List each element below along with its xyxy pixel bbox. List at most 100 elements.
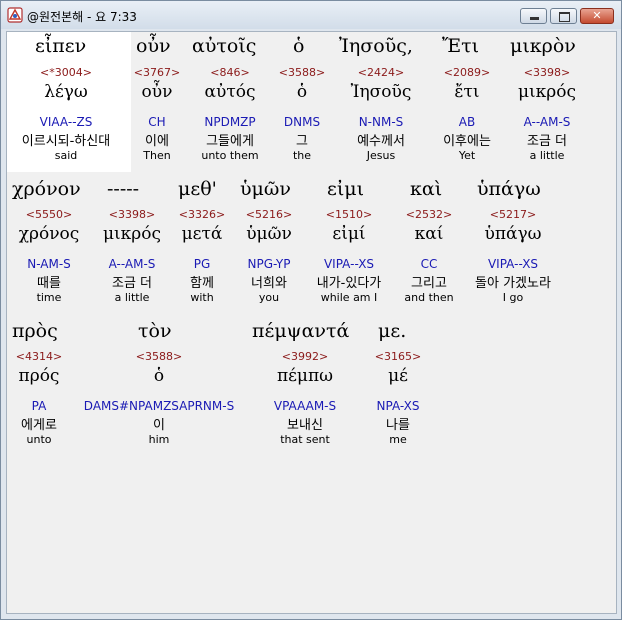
greek-word[interactable]: οὖν bbox=[136, 35, 171, 57]
title-bar[interactable]: @원전본해 - 요 7:33 ✕ bbox=[1, 1, 621, 29]
greek-word[interactable]: Ἔτι bbox=[442, 35, 479, 57]
word-gloss-block[interactable]: <3165> μέ NPA-XS 나를 me bbox=[368, 350, 428, 446]
parsing-code: DNMS bbox=[283, 115, 321, 129]
minimize-icon bbox=[530, 17, 539, 20]
greek-word[interactable]: ὁ bbox=[293, 35, 304, 57]
parsing-code: VIPA--XS bbox=[487, 257, 539, 271]
word-gloss-block[interactable]: <5216> ὑμῶν NPG-YP 너희와 you bbox=[229, 208, 309, 304]
greek-word[interactable]: ὑπάγω bbox=[477, 178, 541, 200]
greek-word[interactable]: χρόνον bbox=[12, 178, 81, 200]
korean-gloss: 돌아 가겠노라 bbox=[475, 276, 551, 291]
word-gloss-block[interactable]: <4314> πρός PA 에게로 unto bbox=[9, 350, 69, 446]
korean-gloss: 조금 더 bbox=[111, 276, 152, 291]
strong-number[interactable]: <2089> bbox=[427, 66, 507, 79]
lemma: λέγω bbox=[44, 82, 88, 102]
lemma: ἔτι bbox=[454, 82, 480, 102]
parsing-code: VIAA--ZS bbox=[39, 115, 93, 129]
greek-word[interactable]: ὑμῶν bbox=[240, 178, 291, 200]
greek-word[interactable]: Ἰησοῦς, bbox=[339, 35, 413, 57]
korean-gloss: 이르시되-하신대 bbox=[21, 134, 111, 149]
word-gloss-block[interactable]: <5550> χρόνος N-AM-S 때를 time bbox=[9, 208, 89, 304]
greek-word[interactable]: μεθ' bbox=[178, 178, 217, 200]
korean-gloss: 이후에는 bbox=[443, 134, 491, 149]
parsing-code: N-AM-S bbox=[27, 257, 71, 271]
greek-word[interactable]: πέμψαντά bbox=[252, 320, 349, 342]
interlinear-panel[interactable]: εἶπεν <*3004> λέγω VIAA--ZS 이르시되-하신대 sai… bbox=[6, 31, 617, 614]
word-gloss-block[interactable]: <3398> μικρός A--AM-S 조금 더 a little bbox=[507, 66, 587, 162]
english-gloss: that sent bbox=[280, 433, 330, 446]
english-gloss: Jesus bbox=[366, 149, 396, 162]
parsing-code: AB bbox=[458, 115, 476, 129]
lemma: πέμπω bbox=[276, 366, 334, 386]
greek-word[interactable]: καὶ bbox=[410, 178, 442, 200]
greek-word[interactable]: πρὸς bbox=[12, 320, 58, 342]
english-gloss: me bbox=[389, 433, 407, 446]
word-gloss-block[interactable]: <2424> Ἰησοῦς N-NM-S 예수께서 Jesus bbox=[341, 66, 421, 162]
english-gloss: you bbox=[258, 291, 280, 304]
english-gloss: Yet bbox=[458, 149, 476, 162]
english-gloss: time bbox=[36, 291, 62, 304]
word-gloss-block[interactable]: <5217> ὑπάγω VIPA--XS 돌아 가겠노라 I go bbox=[465, 208, 561, 304]
lemma: ὑμῶν bbox=[246, 224, 292, 244]
word-gloss-block[interactable]: <1510> εἰμί VIPA--XS 내가-있다가 while am I bbox=[308, 208, 390, 304]
word-gloss-block[interactable]: <3992> πέμπω VPAAAM-S 보내신 that sent bbox=[265, 350, 345, 446]
lemma: αὐτός bbox=[204, 82, 256, 102]
strong-number[interactable]: <5550> bbox=[9, 208, 89, 221]
greek-word[interactable]: τὸν bbox=[138, 320, 172, 342]
word-gloss-block[interactable]: <2532> καί CC 그리고 and then bbox=[394, 208, 464, 304]
lemma: οὖν bbox=[141, 82, 173, 102]
word-gloss-block[interactable]: <*3004> λέγω VIAA--ZS 이르시되-하신대 said bbox=[6, 66, 126, 162]
word-gloss-block[interactable]: <3398> μικρός A--AM-S 조금 더 a little bbox=[92, 208, 172, 304]
korean-gloss: 조금 더 bbox=[526, 134, 567, 149]
strong-number[interactable]: <3992> bbox=[265, 350, 345, 363]
close-button[interactable]: ✕ bbox=[580, 8, 614, 24]
strong-number[interactable]: <5216> bbox=[229, 208, 309, 221]
greek-word[interactable]: μικρὸν bbox=[510, 35, 576, 57]
window-title: @원전본해 - 요 7:33 bbox=[27, 10, 137, 24]
word-gloss-block[interactable]: <3326> μετά PG 함께 with bbox=[172, 208, 232, 304]
parsing-code: N-NM-S bbox=[358, 115, 404, 129]
parsing-code: DAMS#NPAMZSAPRNM-S bbox=[83, 399, 235, 413]
greek-word[interactable]: με. bbox=[378, 320, 406, 342]
lemma: ὁ bbox=[153, 366, 165, 386]
parsing-code: A--AM-S bbox=[108, 257, 156, 271]
parsing-code: VPAAAM-S bbox=[273, 399, 337, 413]
lemma: χρόνος bbox=[18, 224, 80, 244]
lemma: μικρός bbox=[517, 82, 577, 102]
strong-number[interactable]: <2424> bbox=[341, 66, 421, 79]
strong-number[interactable]: <3588> bbox=[267, 66, 337, 79]
strong-number[interactable]: <1510> bbox=[308, 208, 390, 221]
strong-number[interactable]: <4314> bbox=[9, 350, 69, 363]
strong-number[interactable]: <3588> bbox=[79, 350, 239, 363]
korean-gloss: 때를 bbox=[37, 276, 61, 291]
korean-gloss: 예수께서 bbox=[357, 134, 405, 149]
strong-number[interactable]: <3398> bbox=[507, 66, 587, 79]
greek-word[interactable]: ----- bbox=[107, 178, 139, 200]
word-gloss-block[interactable]: <3767> οὖν CH 이에 Then bbox=[122, 66, 192, 162]
strong-number[interactable]: <846> bbox=[190, 66, 270, 79]
maximize-button[interactable] bbox=[550, 8, 577, 24]
strong-number[interactable]: <3767> bbox=[122, 66, 192, 79]
minimize-button[interactable] bbox=[520, 8, 547, 24]
strong-number[interactable]: <5217> bbox=[465, 208, 561, 221]
lemma: μετά bbox=[181, 224, 223, 244]
word-gloss-block[interactable]: <3588> ὁ DAMS#NPAMZSAPRNM-S 이 him bbox=[79, 350, 239, 446]
strong-number[interactable]: <*3004> bbox=[6, 66, 126, 79]
strong-number[interactable]: <3326> bbox=[172, 208, 232, 221]
greek-word[interactable]: αὐτοῖς bbox=[192, 35, 256, 57]
korean-gloss: 이 bbox=[153, 418, 165, 433]
word-gloss-block[interactable]: <846> αὐτός NPDMZP 그들에게 unto them bbox=[190, 66, 270, 162]
word-gloss-block[interactable]: <2089> ἔτι AB 이후에는 Yet bbox=[427, 66, 507, 162]
strong-number[interactable]: <2532> bbox=[394, 208, 464, 221]
lemma: ὁ bbox=[296, 82, 308, 102]
greek-word[interactable]: εἶπεν bbox=[35, 35, 86, 57]
english-gloss: a little bbox=[529, 149, 565, 162]
korean-gloss: 너희와 bbox=[251, 276, 287, 291]
greek-word[interactable]: εἰμι bbox=[327, 178, 364, 200]
korean-gloss: 그들에게 bbox=[206, 134, 254, 149]
strong-number[interactable]: <3165> bbox=[368, 350, 428, 363]
strong-number[interactable]: <3398> bbox=[92, 208, 172, 221]
korean-gloss: 그리고 bbox=[411, 276, 447, 291]
word-gloss-block[interactable]: <3588> ὁ DNMS 그 the bbox=[267, 66, 337, 162]
english-gloss: him bbox=[148, 433, 170, 446]
